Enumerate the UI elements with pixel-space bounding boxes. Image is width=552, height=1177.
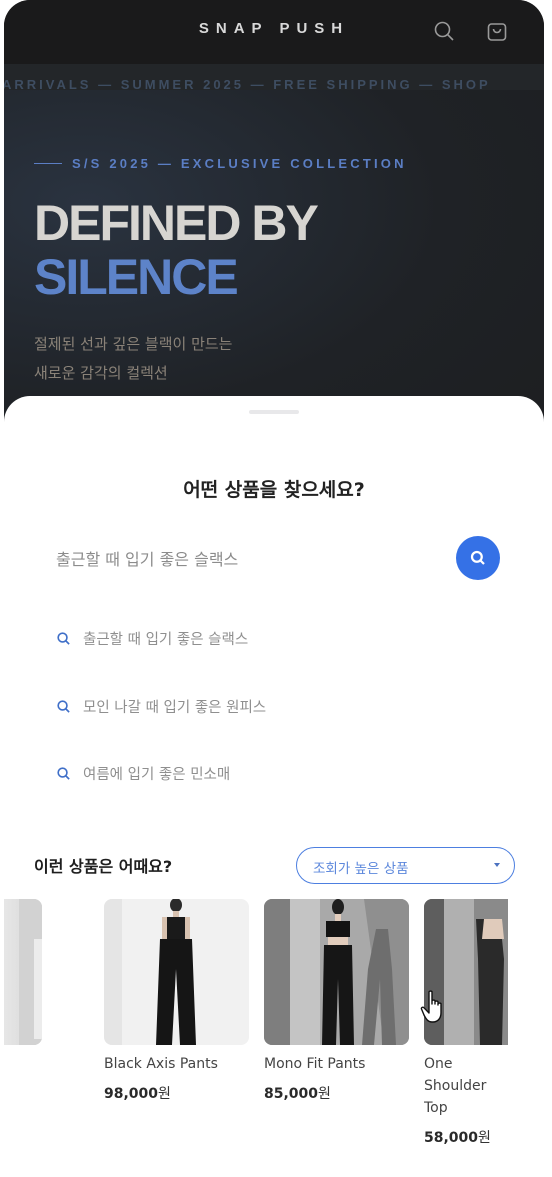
eyebrow-line [34, 163, 62, 164]
chevron-down-icon [494, 863, 500, 867]
hero-title-line1: DEFINED BY [34, 195, 319, 251]
hero-eyebrow: S/S 2025 — EXCLUSIVE COLLECTION [34, 156, 407, 171]
product-price: 58,000원 [424, 1130, 491, 1146]
hero-title: DEFINED BY SILENCE [34, 195, 319, 305]
search-icon [470, 550, 485, 565]
search-icon [57, 631, 70, 645]
sort-selected-value: 조회가 높은 상품 [313, 861, 409, 877]
product-image[interactable] [104, 899, 249, 1045]
product-name[interactable]: Black Axis Pants [104, 1053, 249, 1075]
suggestion-label: 여름에 입기 좋은 민소매 [83, 766, 231, 783]
hero-title-line2: SILENCE [34, 249, 239, 305]
search-icon [57, 699, 70, 713]
product-name[interactable]: One Shoulder Top [424, 1053, 508, 1119]
product-card[interactable] [4, 899, 42, 1045]
store-header: SNAP PUSH [4, 0, 544, 64]
suggestion-item[interactable]: 출근할 때 입기 좋은 슬랙스 [56, 626, 248, 650]
search-button[interactable] [456, 536, 500, 580]
suggestion-item[interactable]: 여름에 입기 좋은 민소매 [56, 761, 230, 785]
suggestion-label: 출근할 때 입기 좋은 슬랙스 [83, 631, 249, 648]
suggestion-item[interactable]: 모인 나갈 때 입기 좋은 원피스 [56, 694, 266, 718]
marquee-text: ARRIVALS — SUMMER 2025 — FREE SHIPPING —… [4, 77, 491, 90]
product-image[interactable] [264, 899, 409, 1045]
sheet-drag-handle[interactable] [249, 410, 299, 414]
hero-desc-line2: 새로운 감각의 컬렉션 [34, 364, 168, 382]
search-bottom-sheet: 어떤 상품을 찾으세요? 출근할 때 입기 좋은 슬랙스 출근할 때 입기 좋은… [4, 396, 544, 1177]
brand-logo[interactable]: SNAP PUSH [4, 20, 544, 37]
hero-desc-line1: 절제된 선과 깊은 블랙이 만드는 [34, 335, 233, 353]
sheet-title: 어떤 상품을 찾으세요? [183, 479, 365, 501]
product-name[interactable]: Mono Fit Pants [264, 1053, 409, 1075]
search-input[interactable]: 출근할 때 입기 좋은 슬랙스 [56, 546, 238, 570]
search-icon [57, 766, 70, 780]
recommend-title: 이런 상품은 어때요? [34, 857, 173, 876]
hero-description: 절제된 선과 깊은 블랙이 만드는 새로운 감각의 컬렉션 [34, 330, 232, 388]
suggestion-label: 모인 나갈 때 입기 좋은 원피스 [83, 699, 267, 716]
product-image[interactable] [4, 899, 42, 1045]
product-card[interactable]: Black Axis Pants 98,000원 [104, 899, 249, 1103]
shopping-bag-icon[interactable] [485, 19, 509, 43]
promo-marquee: ARRIVALS — SUMMER 2025 — FREE SHIPPING —… [4, 64, 544, 90]
product-card[interactable]: Mono Fit Pants 85,000원 [264, 899, 409, 1103]
product-price: 85,000원 [264, 1086, 331, 1102]
hand-cursor-icon [420, 990, 442, 1023]
sort-select[interactable]: 조회가 높은 상품 [296, 847, 515, 884]
search-icon[interactable] [432, 19, 456, 43]
product-price: 98,000원 [104, 1086, 171, 1102]
eyebrow-text: S/S 2025 — EXCLUSIVE COLLECTION [72, 156, 407, 171]
